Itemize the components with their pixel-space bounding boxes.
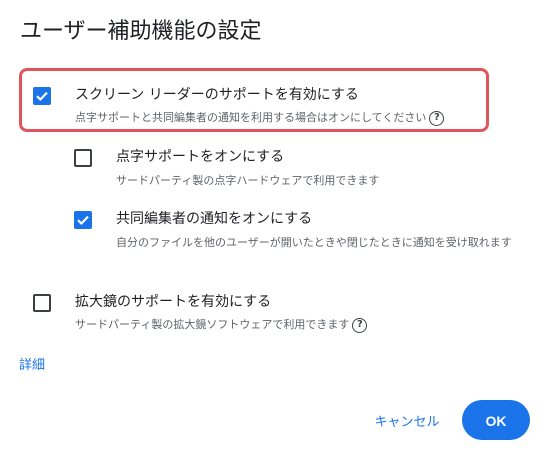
screen-reader-checkbox[interactable]	[33, 87, 51, 105]
braille-support-checkbox[interactable]	[74, 149, 92, 167]
magnifier-support-description-text: サードパーティ製の拡大鏡ソフトウェアで利用できます	[75, 318, 350, 331]
screen-reader-description: 点字サポートと共同編集者の通知を利用する場合はオンにしてください?	[75, 110, 445, 126]
braille-support-description: サードパーティ製の点字ハードウェアで利用できます	[116, 174, 380, 187]
magnifier-support-checkbox[interactable]	[33, 294, 51, 312]
collaborator-notify-description: 自分のファイルを他のユーザーが開いたときや閉じたときに通知を受け取れます	[116, 236, 512, 249]
ok-button[interactable]: OK	[462, 400, 530, 440]
check-icon	[77, 215, 89, 226]
collaborator-notify-label[interactable]: 共同編集者の通知をオンにする	[116, 209, 312, 229]
details-link[interactable]: 詳細	[19, 356, 45, 376]
braille-support-label[interactable]: 点字サポートをオンにする	[116, 147, 284, 167]
cancel-button[interactable]: キャンセル	[364, 407, 450, 435]
collaborator-notify-checkbox[interactable]	[74, 211, 92, 229]
dialog-title: ユーザー補助機能の設定	[20, 19, 262, 44]
screen-reader-label[interactable]: スクリーン リーダーのサポートを有効にする	[75, 85, 359, 105]
screen-reader-description-text: 点字サポートと共同編集者の通知を利用する場合はオンにしてください	[75, 111, 427, 124]
accessibility-settings-dialog: ユーザー補助機能の設定 スクリーン リーダーのサポートを有効にする 点字サポート…	[0, 0, 548, 455]
magnifier-support-description: サードパーティ製の拡大鏡ソフトウェアで利用できます?	[75, 317, 368, 333]
help-circle-icon[interactable]: ?	[429, 110, 445, 126]
magnifier-support-label[interactable]: 拡大鏡のサポートを有効にする	[75, 292, 271, 312]
help-circle-icon[interactable]: ?	[352, 317, 368, 333]
check-icon	[36, 91, 48, 102]
